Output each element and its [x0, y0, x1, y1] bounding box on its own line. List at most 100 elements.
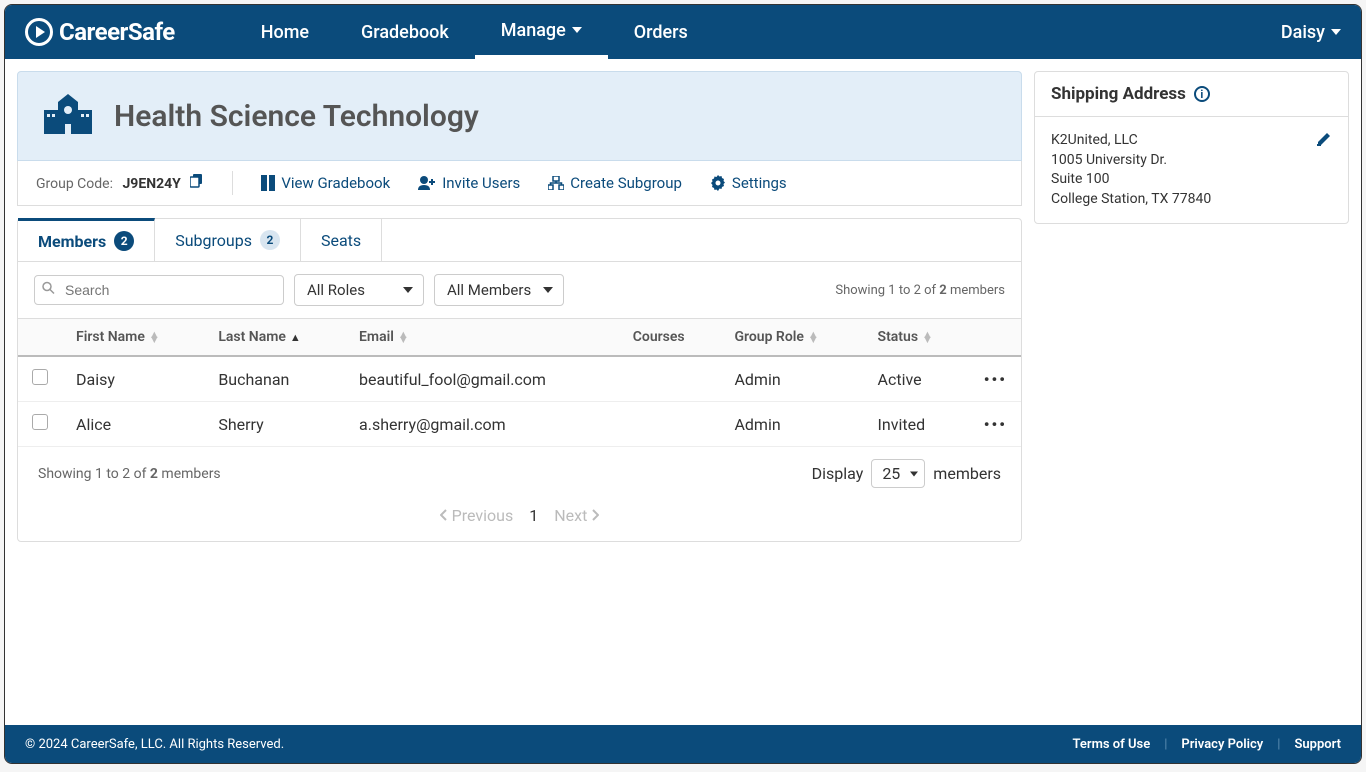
nav-manage[interactable]: Manage [475, 5, 608, 59]
cell-email: beautiful_fool@gmail.com [345, 356, 619, 402]
brand-name: CareerSafe [59, 18, 175, 46]
chevron-down-icon [1331, 29, 1341, 35]
tab-members[interactable]: Members 2 [18, 218, 155, 261]
settings-link[interactable]: Settings [710, 174, 787, 192]
cell-first-name: Alice [62, 402, 204, 447]
chevron-left-icon [440, 509, 448, 521]
shipping-card: Shipping Address i K2United, LLC 1005 Un… [1034, 71, 1349, 224]
divider: | [1164, 737, 1167, 752]
user-menu[interactable]: Daisy [1281, 22, 1341, 43]
col-first-name[interactable]: First Name▲▼ [62, 319, 204, 357]
members-filter[interactable]: All Members [434, 274, 564, 306]
results-summary-top: Showing 1 to 2 of 2 members [835, 283, 1005, 298]
cell-status: Invited [864, 402, 970, 447]
nav-home[interactable]: Home [235, 5, 335, 59]
cell-status: Active [864, 356, 970, 402]
summary-prefix: Showing 1 to 2 of [38, 466, 150, 482]
pagination-next[interactable]: Next [554, 506, 599, 525]
brand-logo[interactable]: CareerSafe [25, 18, 175, 46]
cell-courses [619, 356, 721, 402]
view-gradebook-link[interactable]: View Gradebook [261, 174, 390, 192]
group-code-label: Group Code: [36, 176, 113, 192]
pagination: Previous 1 Next [18, 500, 1021, 541]
top-nav: CareerSafe Home Gradebook Manage Orders … [5, 5, 1361, 59]
cell-last-name: Sherry [204, 402, 345, 447]
summary-prefix: Showing 1 to 2 of [835, 283, 939, 298]
cell-role: Admin [720, 356, 863, 402]
sort-icon: ▲▼ [922, 332, 933, 342]
play-circle-icon [25, 18, 53, 46]
info-icon[interactable]: i [1194, 86, 1210, 102]
table-row: Daisy Buchanan beautiful_fool@gmail.com … [18, 356, 1021, 402]
col-email[interactable]: Email▲▼ [345, 319, 619, 357]
chevron-down-icon [910, 471, 918, 476]
sitemap-icon [548, 176, 564, 190]
row-actions-menu[interactable]: ••• [970, 402, 1021, 447]
cell-first-name: Daisy [62, 356, 204, 402]
group-header: Health Science Technology [17, 71, 1022, 161]
create-subgroup-label: Create Subgroup [570, 174, 682, 192]
page-size-select[interactable]: 25 [871, 459, 925, 488]
group-code: Group Code: J9EN24Y [36, 174, 204, 192]
chevron-down-icon [572, 27, 582, 33]
user-name: Daisy [1281, 22, 1325, 43]
summary-total: 2 [150, 466, 158, 482]
copy-icon[interactable] [190, 176, 204, 192]
gear-icon [710, 175, 726, 191]
create-subgroup-link[interactable]: Create Subgroup [548, 174, 682, 192]
row-checkbox[interactable] [32, 369, 48, 385]
group-code-value: J9EN24Y [122, 176, 180, 192]
roles-filter-value: All Roles [307, 281, 365, 299]
sort-icon: ▲▼ [808, 332, 819, 342]
search-input[interactable] [34, 275, 284, 305]
invite-users-link[interactable]: Invite Users [418, 174, 520, 192]
tab-members-label: Members [38, 232, 106, 251]
search-icon [42, 282, 55, 299]
shipping-line2: 1005 University Dr. [1051, 151, 1211, 171]
tab-subgroups-count: 2 [260, 230, 280, 250]
book-icon [261, 175, 275, 191]
cell-role: Admin [720, 402, 863, 447]
chevron-right-icon [591, 509, 599, 521]
summary-suffix: members [158, 466, 221, 482]
col-group-role[interactable]: Group Role▲▼ [720, 319, 863, 357]
table-row: Alice Sherry a.sherry@gmail.com Admin In… [18, 402, 1021, 447]
row-actions-menu[interactable]: ••• [970, 356, 1021, 402]
edit-icon[interactable] [1316, 131, 1332, 154]
footer-terms[interactable]: Terms of Use [1073, 737, 1151, 752]
members-panel: Members 2 Subgroups 2 Seats [17, 218, 1022, 542]
col-status[interactable]: Status▲▼ [864, 319, 970, 357]
tab-subgroups[interactable]: Subgroups 2 [155, 219, 301, 261]
shipping-title: Shipping Address [1051, 84, 1186, 104]
display-label: Display [812, 464, 864, 483]
nav-orders[interactable]: Orders [608, 5, 714, 59]
chevron-down-icon [543, 287, 553, 293]
footer-copyright: © 2024 CareerSafe, LLC. All Rights Reser… [25, 737, 284, 752]
shipping-line1: K2United, LLC [1051, 131, 1211, 151]
footer-support[interactable]: Support [1294, 737, 1341, 752]
cell-courses [619, 402, 721, 447]
roles-filter[interactable]: All Roles [294, 274, 424, 306]
summary-suffix: members [947, 283, 1005, 298]
pagination-previous[interactable]: Previous [440, 506, 514, 525]
tab-seats-label: Seats [321, 231, 361, 250]
chevron-down-icon [403, 287, 413, 293]
shipping-line4: College Station, TX 77840 [1051, 190, 1211, 210]
members-filter-value: All Members [447, 281, 531, 299]
members-label: members [933, 464, 1001, 483]
group-title: Health Science Technology [114, 99, 479, 134]
divider [232, 171, 233, 195]
sort-icon: ▲▼ [398, 332, 409, 342]
tab-seats[interactable]: Seats [301, 219, 382, 261]
table-footer: Showing 1 to 2 of 2 members Display 25 m… [18, 447, 1021, 500]
shipping-line3: Suite 100 [1051, 170, 1211, 190]
filters-row: All Roles All Members Showing 1 to 2 of … [18, 262, 1021, 318]
col-last-name[interactable]: Last Name▲ [204, 319, 345, 357]
shipping-address: K2United, LLC 1005 University Dr. Suite … [1051, 131, 1211, 209]
pagination-current: 1 [529, 506, 538, 525]
row-checkbox[interactable] [32, 414, 48, 430]
footer-privacy[interactable]: Privacy Policy [1181, 737, 1263, 752]
nav-gradebook[interactable]: Gradebook [335, 5, 475, 59]
shipping-card-header: Shipping Address i [1035, 72, 1348, 117]
page-footer: © 2024 CareerSafe, LLC. All Rights Reser… [5, 725, 1361, 763]
